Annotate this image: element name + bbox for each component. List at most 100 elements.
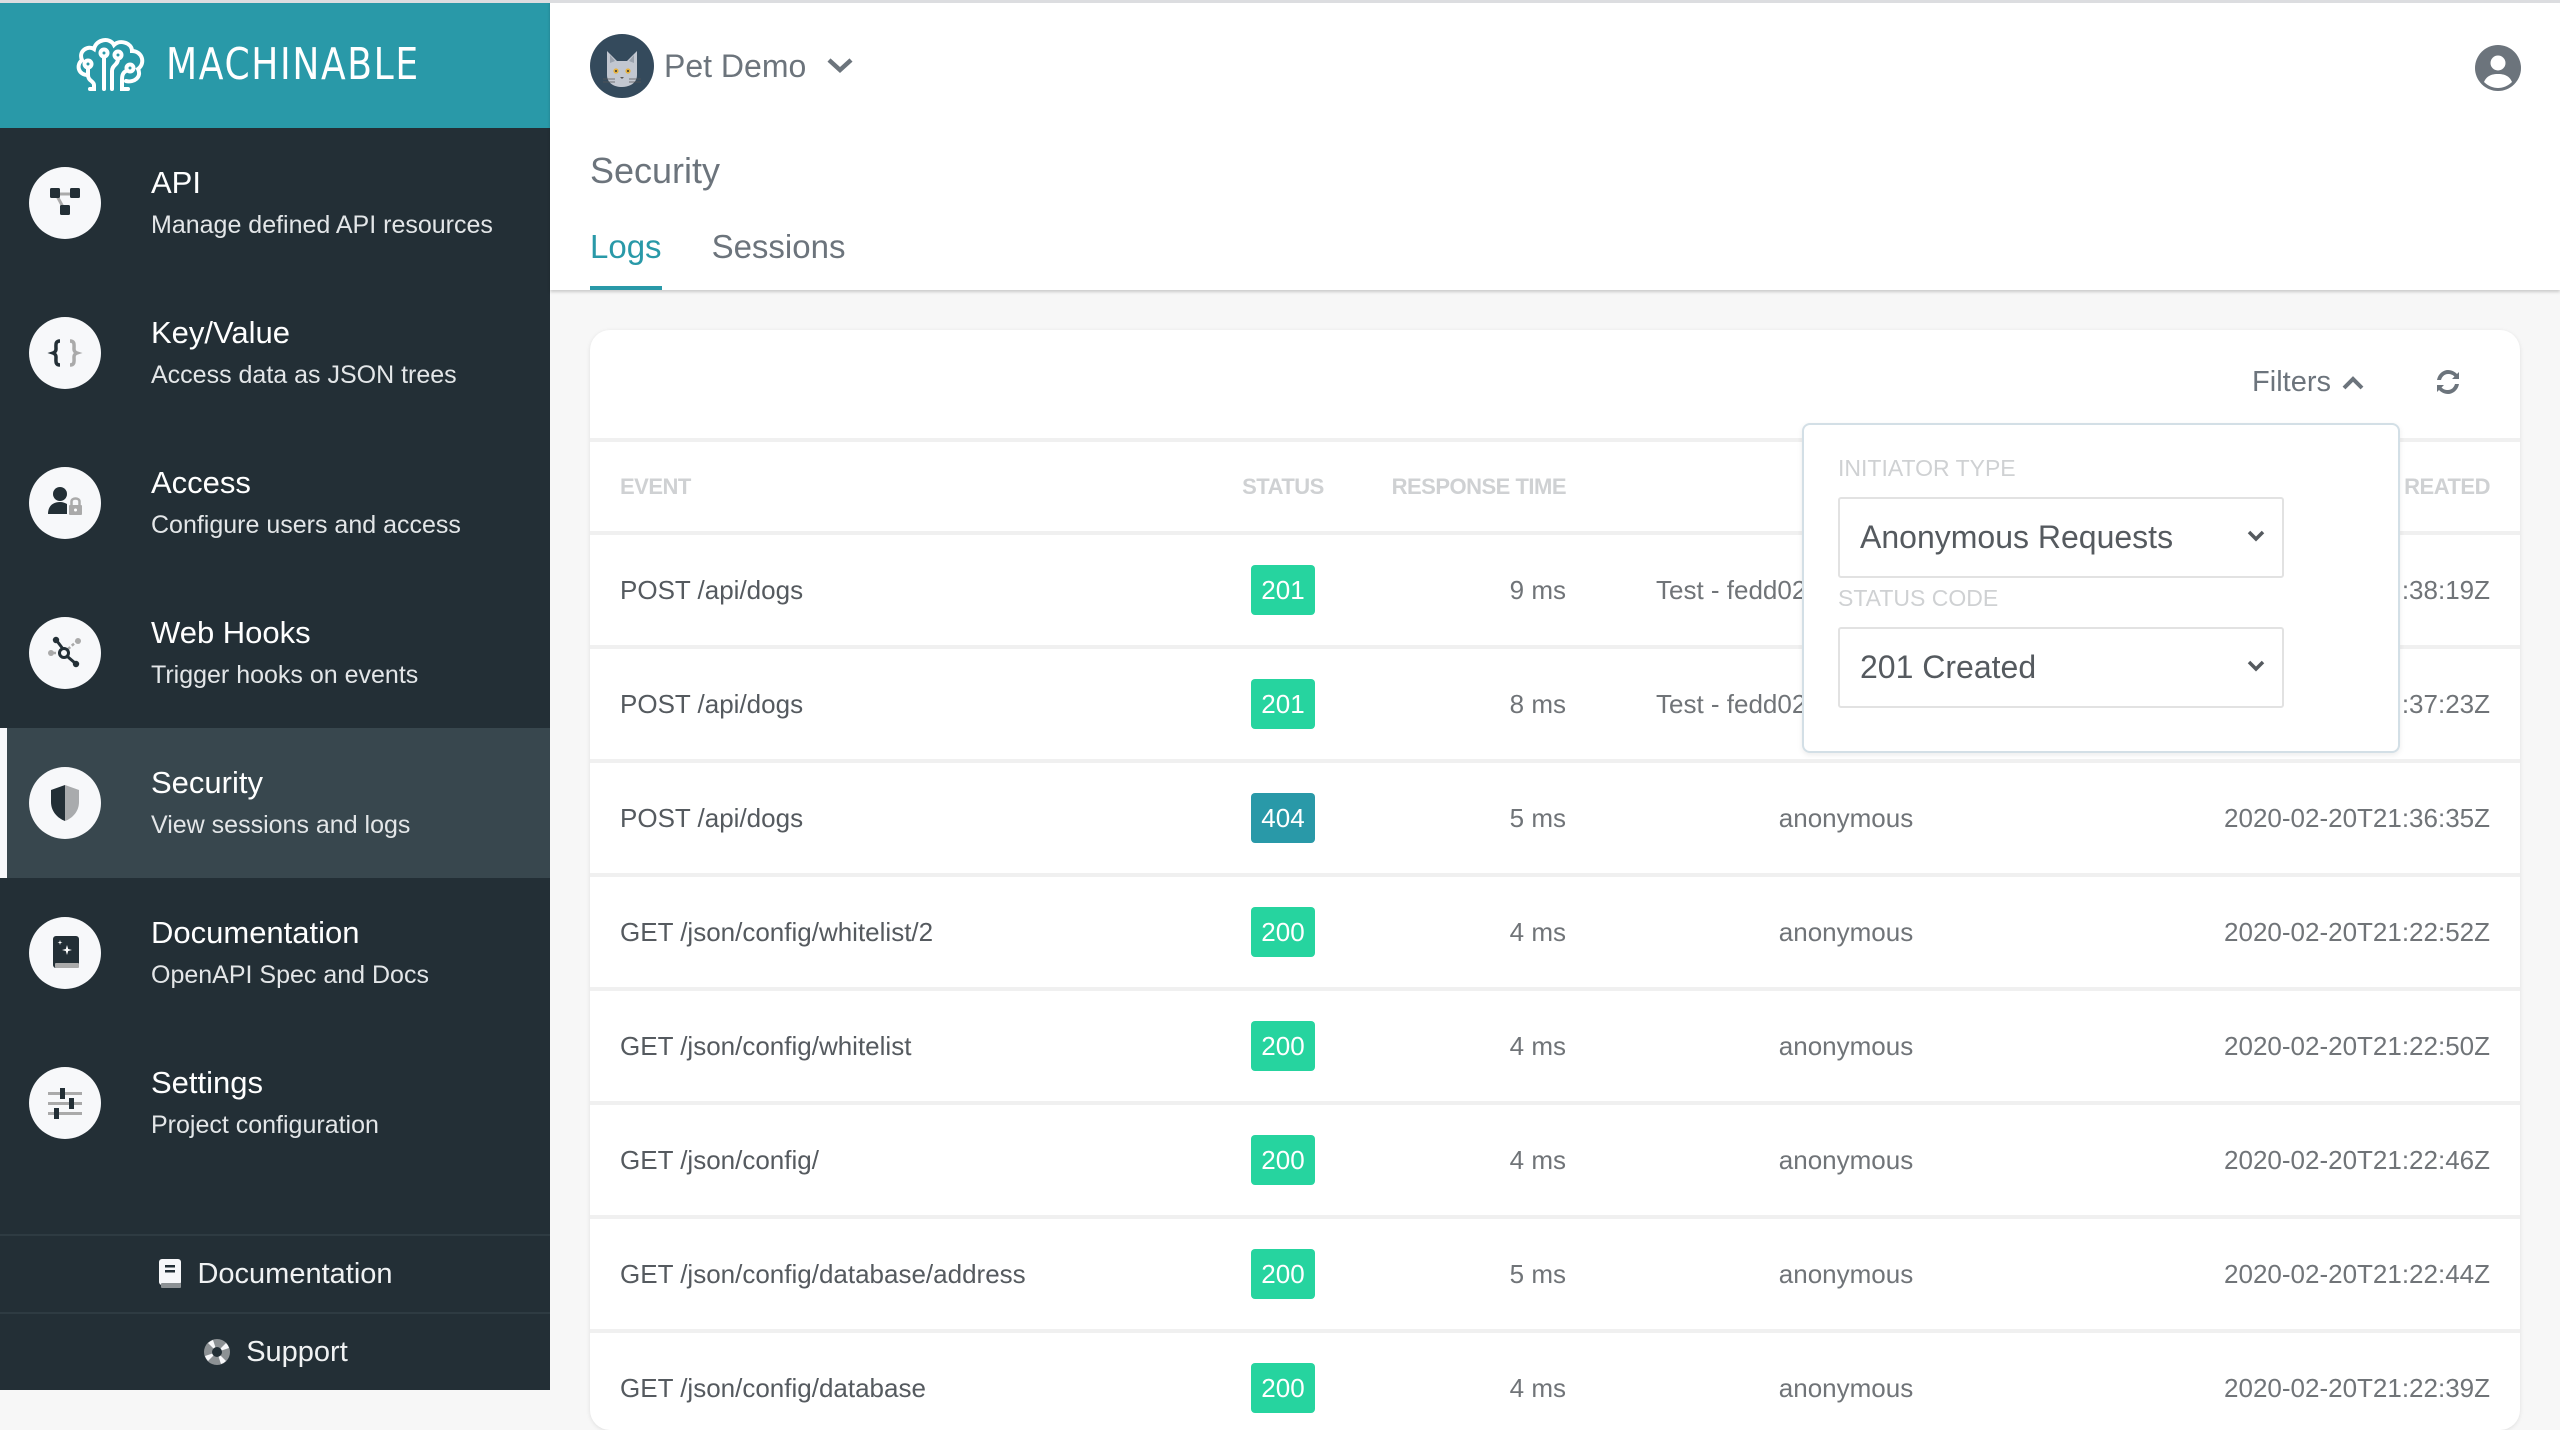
account-button[interactable] bbox=[2474, 44, 2522, 97]
project-name: Pet Demo bbox=[664, 47, 807, 84]
sliders-icon bbox=[29, 1067, 101, 1139]
life-ring-icon bbox=[204, 1339, 231, 1365]
table-row[interactable]: POST /api/dogs 404 5 ms anonymous 2020-02-20… bbox=[590, 763, 2520, 877]
status-cell: 200 bbox=[1190, 1363, 1376, 1413]
event-cell: POST /api/dogs bbox=[620, 688, 804, 719]
nav-subtitle: Configure users and access bbox=[151, 511, 461, 539]
initiator-cell: anonymous bbox=[1778, 1030, 1914, 1061]
footer-support-link[interactable]: Support bbox=[0, 1312, 550, 1390]
nav-subtitle: Project configuration bbox=[151, 1111, 379, 1139]
column-header-status[interactable]: STATUS bbox=[1190, 474, 1376, 500]
nav-title: Key/Value bbox=[151, 315, 291, 350]
status-code-select[interactable]: 201 Created bbox=[1838, 627, 2284, 708]
tab-logs[interactable]: Logs bbox=[590, 228, 662, 290]
table-row[interactable]: GET /json/config/database/address 200 5 ms… bbox=[590, 1219, 2520, 1333]
status-cell: 201 bbox=[1190, 565, 1376, 615]
project-selector[interactable]: Pet Demo bbox=[590, 34, 854, 98]
sidebar-item-documentation[interactable]: Documentation OpenAPI Spec and Docs bbox=[0, 878, 550, 1028]
column-header-event[interactable]: EVENT bbox=[590, 474, 1190, 500]
nav-subtitle: Access data as JSON trees bbox=[151, 361, 457, 389]
sidebar-item-security[interactable]: Security View sessions and logs bbox=[0, 728, 550, 878]
nav-title: Documentation bbox=[151, 915, 360, 950]
response-time-cell: 5 ms bbox=[1509, 802, 1566, 833]
initiator-cell: anonymous bbox=[1778, 1372, 1914, 1403]
book-sparkle-icon bbox=[29, 917, 101, 989]
status-cell: 200 bbox=[1190, 1249, 1376, 1299]
status-badge: 200 bbox=[1251, 1363, 1315, 1413]
response-time-cell: 4 ms bbox=[1509, 1372, 1566, 1403]
nav-title: Security bbox=[151, 765, 263, 800]
status-badge: 200 bbox=[1251, 1135, 1315, 1185]
event-cell: GET /json/config/whitelist bbox=[620, 1030, 912, 1061]
status-cell: 200 bbox=[1190, 1021, 1376, 1071]
page-title: Security bbox=[590, 150, 721, 191]
shield-icon bbox=[29, 767, 101, 839]
chevron-down-icon bbox=[2247, 530, 2265, 542]
nav-subtitle: Trigger hooks on events bbox=[151, 661, 419, 689]
sidebar-item-access[interactable]: Access Configure users and access bbox=[0, 428, 550, 578]
user-circle-icon bbox=[2475, 45, 2521, 91]
user-lock-icon bbox=[29, 467, 101, 539]
created-cell: 2020-02-20T21:22:52Z bbox=[2224, 916, 2490, 947]
event-cell: GET /json/config/database/address bbox=[620, 1258, 1026, 1289]
table-row[interactable]: GET /json/config/200 4 ms anonymous 2020-02… bbox=[590, 1105, 2520, 1219]
status-code-value: 201 Created bbox=[1860, 649, 2037, 685]
sidebar-item-key-value[interactable]: Key/Value Access data as JSON trees bbox=[0, 278, 550, 428]
footer-documentation-label: Documentation bbox=[197, 1257, 393, 1290]
status-cell: 200 bbox=[1190, 1135, 1376, 1185]
nav-title: API bbox=[151, 165, 201, 200]
brand-header[interactable]: MACHINABLE bbox=[0, 0, 550, 128]
filters-toggle-button[interactable]: Filters bbox=[2252, 366, 2365, 399]
created-cell: 2020-02-20T21:22:44Z bbox=[2224, 1258, 2490, 1289]
sidebar: MACHINABLE API Manage defined API resour… bbox=[0, 0, 550, 1390]
status-code-label: STATUS CODE bbox=[1838, 585, 1999, 611]
chevron-down-icon bbox=[2247, 660, 2265, 672]
created-cell: 2020-02-20T21:36:35Z bbox=[2224, 802, 2490, 833]
sidebar-item-settings[interactable]: Settings Project configuration bbox=[0, 1028, 550, 1178]
book-icon bbox=[159, 1259, 182, 1288]
status-badge: 200 bbox=[1251, 1021, 1315, 1071]
table-row[interactable]: GET /json/config/database 200 4 ms anonymou… bbox=[590, 1333, 2520, 1430]
initiator-cell: anonymous bbox=[1778, 916, 1914, 947]
sidebar-item-web-hooks[interactable]: Web Hooks Trigger hooks on events bbox=[0, 578, 550, 728]
response-time-cell: 9 ms bbox=[1509, 574, 1566, 605]
status-cell: 201 bbox=[1190, 679, 1376, 729]
nav-subtitle: Manage defined API resources bbox=[151, 211, 493, 239]
nav-subtitle: OpenAPI Spec and Docs bbox=[151, 961, 429, 989]
refresh-button[interactable] bbox=[2432, 366, 2464, 403]
response-time-cell: 4 ms bbox=[1509, 916, 1566, 947]
nav-title: Access bbox=[151, 465, 251, 500]
initiator-cell: anonymous bbox=[1778, 1144, 1914, 1175]
created-cell: 2020-02-20T21:22:46Z bbox=[2224, 1144, 2490, 1175]
created-cell: 2020-02-20T21:22:50Z bbox=[2224, 1030, 2490, 1061]
response-time-cell: 8 ms bbox=[1509, 688, 1566, 719]
chevron-up-icon bbox=[2342, 375, 2364, 389]
webhook-icon bbox=[29, 617, 101, 689]
table-row[interactable]: GET /json/config/whitelist/2 200 4 ms anony… bbox=[590, 877, 2520, 991]
page-header: Pet Demo Security Logs Sessions bbox=[550, 0, 2560, 290]
event-cell: GET /json/config/ bbox=[620, 1144, 819, 1175]
initiator-type-select[interactable]: Anonymous Requests bbox=[1838, 497, 2284, 578]
status-badge: 404 bbox=[1251, 793, 1315, 843]
machinable-logo-icon bbox=[76, 38, 145, 91]
response-time-cell: 5 ms bbox=[1509, 1258, 1566, 1289]
api-resources-icon bbox=[29, 167, 101, 239]
status-badge: 200 bbox=[1251, 907, 1315, 957]
status-cell: 200 bbox=[1190, 907, 1376, 957]
response-time-cell: 4 ms bbox=[1509, 1144, 1566, 1175]
refresh-icon bbox=[2437, 370, 2459, 394]
column-header-response-time[interactable]: RESPONSE TIME bbox=[1376, 474, 1567, 500]
response-time-cell: 4 ms bbox=[1509, 1030, 1566, 1061]
main-content: Pet Demo Security Logs Sessions Filters … bbox=[550, 0, 2560, 1430]
sidebar-item-api[interactable]: API Manage defined API resources bbox=[0, 128, 550, 278]
tab-sessions[interactable]: Sessions bbox=[712, 228, 846, 290]
nav-title: Web Hooks bbox=[151, 615, 311, 650]
initiator-cell: anonymous bbox=[1778, 1258, 1914, 1289]
event-cell: POST /api/dogs bbox=[620, 574, 804, 605]
table-row[interactable]: GET /json/config/whitelist 200 4 ms anonymo… bbox=[590, 991, 2520, 1105]
cat-avatar-icon bbox=[590, 34, 654, 98]
footer-documentation-link[interactable]: Documentation bbox=[0, 1234, 550, 1312]
event-cell: POST /api/dogs bbox=[620, 802, 804, 833]
chevron-down-icon bbox=[827, 58, 853, 74]
initiator-type-label: INITIATOR TYPE bbox=[1838, 455, 2016, 481]
